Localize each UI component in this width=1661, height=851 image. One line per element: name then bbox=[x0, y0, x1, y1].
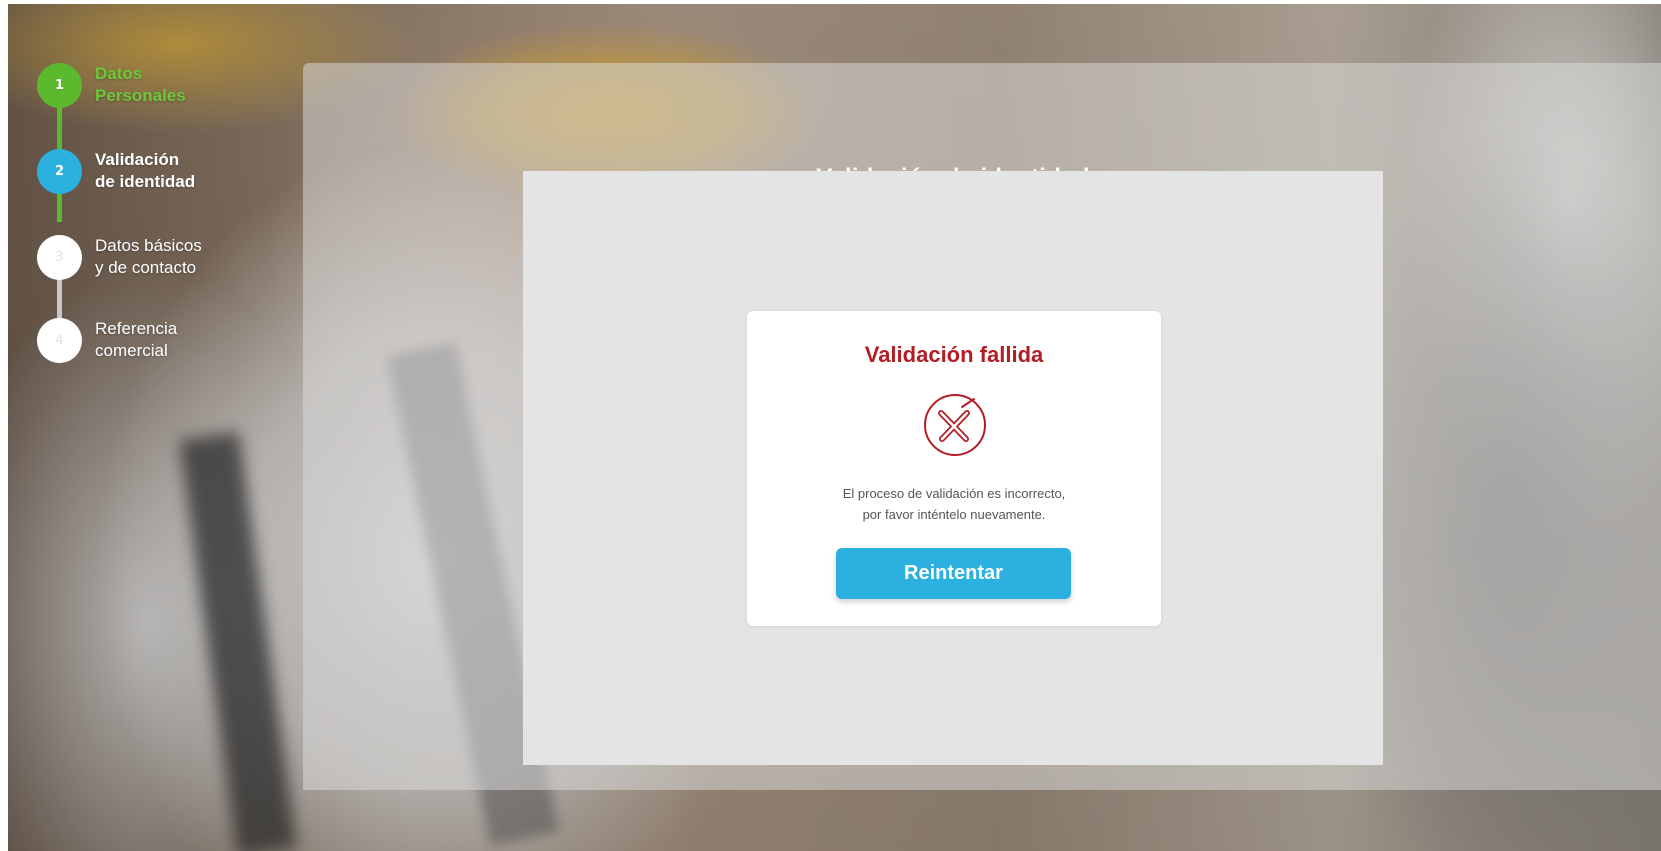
step-label-line: de identidad bbox=[95, 172, 196, 191]
step-label-line: Referencia bbox=[95, 319, 178, 338]
step-validacion-identidad[interactable]: 2 Validación de identidad bbox=[37, 148, 265, 194]
step-number-circle: 2 bbox=[37, 148, 82, 194]
step-label-line: comercial bbox=[95, 341, 168, 360]
step-label-line: Datos bbox=[95, 64, 143, 83]
step-number-circle: 4 bbox=[37, 317, 82, 363]
step-label-line: Personales bbox=[95, 86, 186, 105]
step-label: Referencia comercial bbox=[95, 318, 265, 362]
step-label: Datos Personales bbox=[95, 63, 265, 107]
step-label: Validación de identidad bbox=[95, 149, 265, 193]
step-label-line: y de contacto bbox=[95, 258, 197, 277]
step-label-line: Validación bbox=[95, 150, 180, 169]
retry-button[interactable]: Reintentar bbox=[836, 548, 1071, 599]
validation-result-card: Validación fallida El proceso de validac… bbox=[747, 311, 1161, 626]
progress-stepper: 1 Datos Personales 2 Validación de ident… bbox=[37, 62, 267, 372]
step-label: Datos básicos y de contacto bbox=[95, 235, 265, 279]
result-message: El proceso de validación es incorrecto, … bbox=[747, 483, 1161, 525]
step-label-line: Datos básicos bbox=[95, 236, 202, 255]
step-number-circle: 3 bbox=[37, 234, 82, 280]
step-datos-basicos[interactable]: 3 Datos básicos y de contacto bbox=[37, 234, 265, 280]
result-title: Validación fallida bbox=[864, 342, 1044, 367]
step-datos-personales[interactable]: 1 Datos Personales bbox=[37, 62, 265, 108]
result-message-line: por favor inténtelo nuevamente. bbox=[862, 507, 1046, 522]
step-referencia-comercial[interactable]: 4 Referencia comercial bbox=[37, 317, 265, 363]
result-message-line: El proceso de validación es incorrecto, bbox=[842, 486, 1066, 501]
step-number-circle: 1 bbox=[37, 62, 82, 108]
x-circle-icon bbox=[924, 394, 986, 456]
